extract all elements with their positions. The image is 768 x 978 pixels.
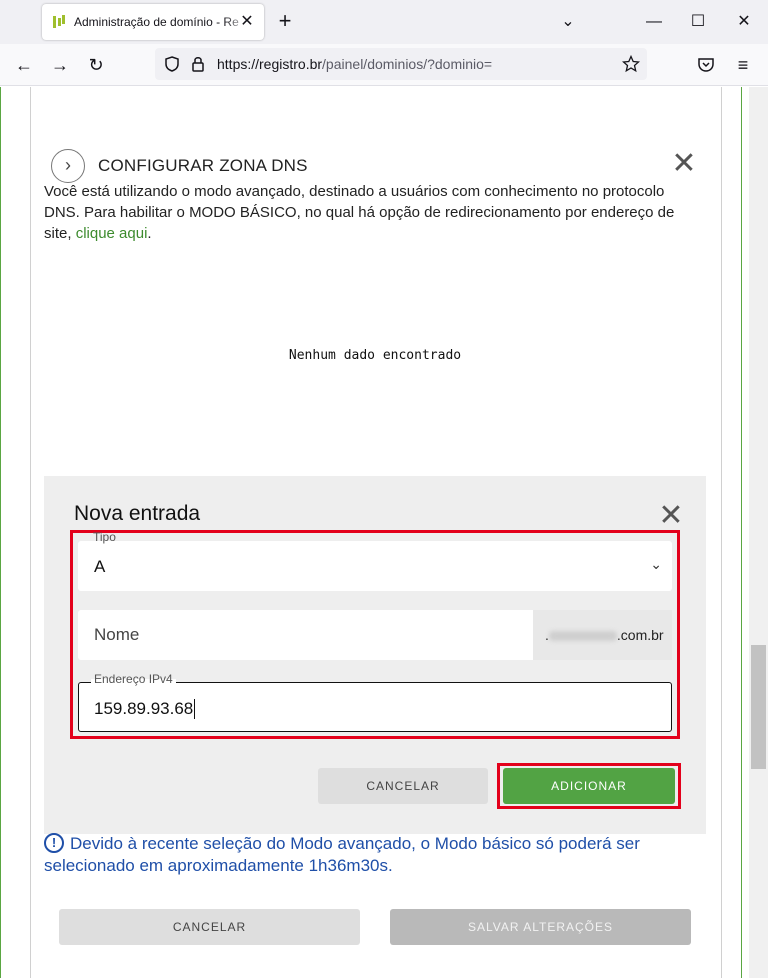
ipv4-value: 159.89.93.68	[94, 699, 196, 719]
shield-icon[interactable]	[163, 55, 181, 73]
close-window-icon[interactable]: ✕	[729, 10, 759, 34]
browser-tab[interactable]: Administração de domínio - Re ✕	[42, 4, 264, 40]
section-title: CONFIGURAR ZONA DNS	[98, 156, 308, 175]
page-content: › CONFIGURAR ZONA DNS ✕ Você está utiliz…	[0, 87, 768, 978]
cancel-button[interactable]: CANCELAR	[59, 909, 360, 945]
url-text: https://registro.br/painel/dominios/?dom…	[217, 56, 493, 72]
tipo-select[interactable]: Tipo A ⌄	[78, 530, 672, 591]
tab-title: Administração de domínio - Re	[74, 15, 239, 29]
menu-icon[interactable]: ≡	[730, 52, 756, 78]
nome-placeholder: Nome	[94, 625, 140, 644]
empty-records-message: Nenhum dado encontrado	[288, 348, 462, 363]
minimize-icon[interactable]: —	[639, 10, 669, 34]
url-bar[interactable]: https://registro.br/painel/dominios/?dom…	[155, 48, 647, 80]
tipo-label: Tipo	[93, 530, 116, 544]
navigation-bar: ← → ↻ https://registro.br/painel/dominio…	[0, 44, 768, 86]
redacted-domain	[548, 631, 617, 642]
save-changes-button[interactable]: SALVAR ALTERAÇÕES	[390, 909, 691, 945]
new-tab-icon[interactable]: +	[274, 10, 296, 32]
domain-suffix: . .com.br	[533, 610, 672, 660]
add-entry-button[interactable]: ADICIONAR	[503, 768, 675, 804]
lock-icon[interactable]	[189, 55, 207, 73]
bookmark-star-icon[interactable]	[622, 55, 640, 73]
maximize-icon[interactable]: ☐	[683, 10, 713, 34]
intro-text: Você está utilizando o modo avançado, de…	[44, 183, 675, 242]
close-dns-icon[interactable]: ✕	[669, 149, 699, 179]
reload-icon[interactable]: ↻	[83, 52, 109, 78]
pocket-icon[interactable]	[697, 56, 715, 74]
info-icon: !	[44, 833, 64, 853]
close-new-entry-icon[interactable]: ✕	[656, 501, 686, 531]
chevron-down-icon: ⌄	[650, 556, 662, 572]
mode-warning: ! Devido à recente seleção do Modo avança…	[44, 833, 640, 875]
new-entry-title: Nova entrada	[74, 502, 201, 525]
list-tabs-icon[interactable]: ⌄	[553, 10, 583, 34]
registro-br-favicon-icon	[53, 15, 65, 28]
page-border-left	[0, 87, 1, 978]
forward-icon[interactable]: →	[47, 52, 73, 78]
collapse-chevron-button[interactable]: ›	[51, 149, 85, 183]
back-icon[interactable]: ←	[11, 52, 37, 78]
tipo-value: A	[94, 557, 106, 576]
tab-close-icon[interactable]: ✕	[238, 13, 256, 31]
new-entry-panel: Nova entrada ✕ Tipo A ⌄ Nome . .com.br En…	[44, 476, 706, 834]
tab-strip: Administração de domínio - Re ✕ + ⌄ — ☐ …	[0, 0, 768, 44]
nome-input[interactable]: Nome	[78, 610, 533, 660]
scrollbar[interactable]	[749, 87, 768, 978]
enable-basic-mode-link[interactable]: clique aqui	[76, 225, 148, 242]
scrollbar-thumb[interactable]	[751, 645, 766, 769]
ipv4-input[interactable]: Endereço IPv4 159.89.93.68	[78, 672, 672, 732]
cancel-entry-button[interactable]: CANCELAR	[318, 768, 488, 804]
ipv4-label: Endereço IPv4	[91, 672, 176, 686]
page-border-right	[741, 87, 742, 978]
